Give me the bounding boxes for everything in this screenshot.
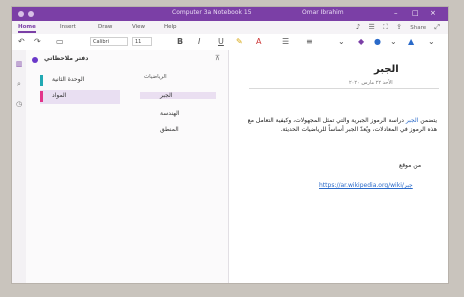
bell-icon[interactable]: ♪: [356, 23, 360, 31]
maximize-icon[interactable]: □: [412, 9, 419, 17]
notebook-header[interactable]: دفتر ملاحظاتي ⊼: [26, 50, 228, 68]
title-bar: Computer 3a Notebook 15 Omar Ibrahim – □…: [12, 7, 448, 21]
section-item-selected[interactable]: المواد: [40, 90, 120, 104]
styles-icon[interactable]: ◆: [358, 37, 364, 46]
navigation-panel: دفتر ملاحظاتي ⊼ الوحدة الثانية المواد ال…: [26, 50, 229, 283]
tab-insert[interactable]: Insert: [60, 24, 76, 30]
share-button[interactable]: Share: [410, 25, 426, 31]
user-name[interactable]: Omar Ibrahim: [302, 9, 344, 16]
reference-label: من موقع: [399, 162, 422, 169]
pages-header: الرياضيات: [144, 74, 167, 80]
page-date: الأحد ٢٢ مارس ٢٠٢٠: [349, 80, 393, 86]
tab-draw[interactable]: Draw: [98, 24, 112, 30]
highlight-icon[interactable]: ✎: [236, 37, 243, 46]
bold-button[interactable]: B: [177, 37, 183, 46]
notebooks-icon[interactable]: ▥: [15, 60, 23, 68]
section-label: الوحدة الثانية: [52, 76, 85, 83]
page-item-selected[interactable]: الجبر: [140, 92, 216, 99]
search-icon[interactable]: ⌕: [15, 80, 23, 88]
section-color-bar: [40, 91, 43, 102]
app-menu-icon[interactable]: [18, 11, 24, 17]
tag-check-icon[interactable]: ●: [374, 37, 381, 46]
expand-icon[interactable]: ⤢: [434, 23, 440, 31]
section-label: المواد: [52, 92, 67, 99]
pin-icon[interactable]: ⊼: [215, 54, 220, 62]
body-text-start: يتضمن: [418, 117, 437, 124]
section-item[interactable]: الوحدة الثانية: [40, 74, 120, 88]
font-color-icon[interactable]: A: [256, 37, 261, 46]
notebook-icon: [32, 57, 38, 63]
underline-button[interactable]: U: [218, 37, 224, 46]
reference-link[interactable]: https://ar.wikipedia.org/wiki/جبر: [319, 182, 413, 189]
onenote-window: Computer 3a Notebook 15 Omar Ibrahim – □…: [11, 6, 449, 284]
notebook-name[interactable]: دفتر ملاحظاتي: [44, 55, 88, 62]
fullscreen-icon[interactable]: ⛶: [383, 23, 388, 31]
redo-icon[interactable]: ↷: [34, 37, 41, 46]
undo-icon[interactable]: ↶: [18, 37, 25, 46]
font-size-box[interactable]: 11: [132, 37, 152, 46]
page-body-text[interactable]: يتضمن الجبر دراسة الرموز الجبرية والتي ت…: [247, 116, 437, 134]
page-title[interactable]: الجبر: [374, 64, 399, 75]
more-options-icon[interactable]: ⌄: [428, 37, 435, 46]
tag-dropdown-icon[interactable]: ⌄: [390, 37, 397, 46]
body-link[interactable]: الجبر: [406, 117, 419, 124]
list-icon[interactable]: ☰: [369, 23, 375, 31]
left-nav-bar: ▥ ⌕ ◷: [12, 50, 27, 283]
recent-icon[interactable]: ◷: [15, 100, 23, 108]
section-color-bar: [40, 75, 43, 86]
tab-actions: ♪ ☰ ⛶ ⇪ Share ⤢: [350, 23, 440, 32]
page-content: الجبر الأحد ٢٢ مارس ٢٠٢٠ يتضمن الجبر درا…: [229, 50, 448, 283]
title-divider: [249, 88, 439, 89]
tab-home[interactable]: Home: [18, 24, 36, 33]
bullets-icon[interactable]: ☰: [282, 37, 289, 46]
italic-button[interactable]: I: [198, 37, 200, 46]
clipboard-icon[interactable]: ▭: [56, 37, 64, 46]
ribbon-tabs: Home Insert Draw View Help ♪ ☰ ⛶ ⇪ Share…: [12, 21, 448, 34]
numbering-icon[interactable]: ≡: [306, 37, 313, 46]
tab-help[interactable]: Help: [164, 24, 177, 30]
share-icon[interactable]: ⇪: [396, 23, 402, 31]
tab-view[interactable]: View: [132, 24, 145, 30]
window-title: Computer 3a Notebook 15: [172, 9, 252, 16]
dictate-icon[interactable]: ▲: [408, 37, 414, 46]
font-name-box[interactable]: Calibri: [90, 37, 128, 46]
ribbon-toolbar: ↶ ↷ ▭ Calibri 11 B I U ✎ A ☰ ≡ ⌄ ◆ ● ⌄ ▲…: [12, 34, 448, 51]
close-icon[interactable]: ×: [430, 9, 436, 17]
page-item[interactable]: الهندسة: [160, 110, 220, 117]
page-item[interactable]: المنطق: [160, 126, 220, 133]
back-icon[interactable]: [28, 11, 34, 17]
tag-icon[interactable]: ⌄: [338, 37, 345, 46]
minimize-icon[interactable]: –: [394, 9, 398, 17]
